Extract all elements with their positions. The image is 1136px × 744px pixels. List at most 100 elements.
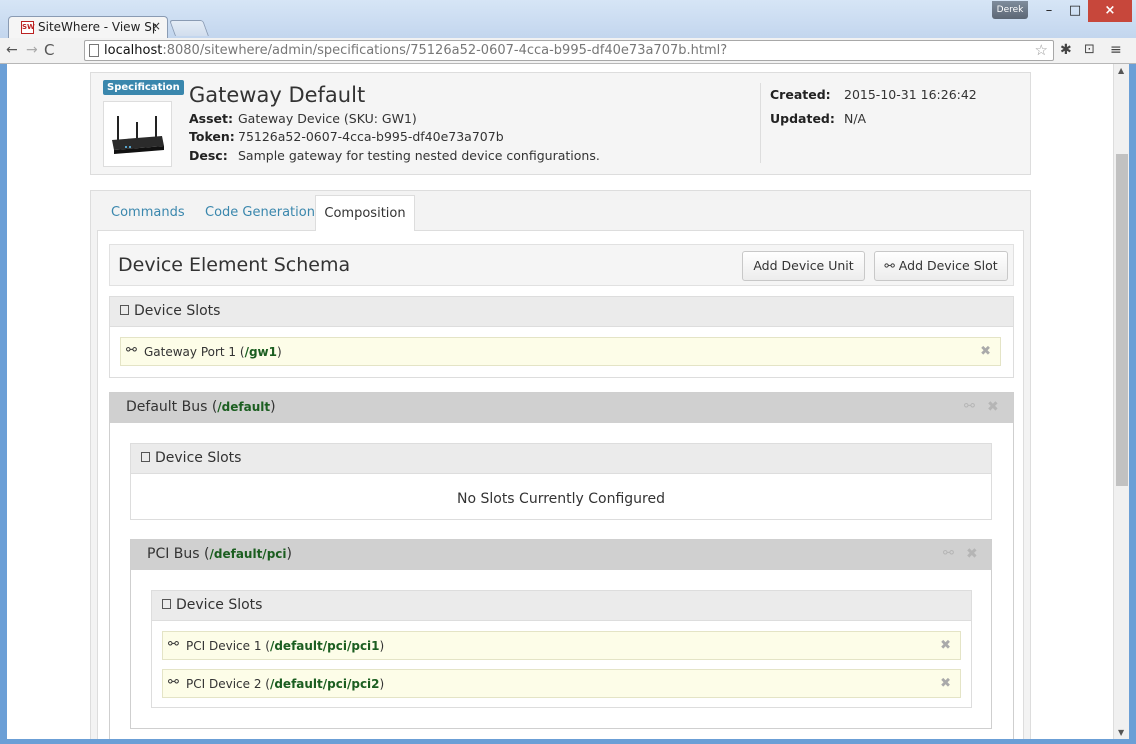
browser-tab[interactable]: SW SiteWhere - View Sp × (8, 16, 168, 38)
slot-row-gateway-port-1[interactable]: ⚯ Gateway Port 1 (/gw1) ✖ (120, 337, 1001, 366)
created-value: 2015-10-31 16:26:42 (844, 87, 977, 102)
scroll-down-icon[interactable]: ▼ (1118, 728, 1124, 737)
device-slots-title: Device Slots (162, 597, 262, 613)
scroll-up-icon[interactable]: ▲ (1118, 66, 1124, 75)
slot-close-paren: ) (276, 345, 282, 359)
tab-strip: Commands Code Generation Composition (97, 195, 1024, 232)
slots-square-icon (162, 599, 171, 609)
slots-square-icon (141, 452, 150, 462)
slot-name-text: Gateway Port 1 ( (144, 345, 245, 359)
slot-name: PCI Device 1 (/default/pci/pci1) (186, 639, 384, 653)
address-bar[interactable]: localhost:8080/sitewhere/admin/specifica… (84, 40, 1054, 61)
link-icon: ⚯ (168, 675, 179, 690)
add-device-slot-label: Add Device Slot (898, 258, 998, 273)
vertical-scrollbar[interactable]: ▲ ▼ (1113, 64, 1129, 739)
slot-name: PCI Device 2 (/default/pci/pci2) (186, 677, 384, 691)
user-profile-badge[interactable]: Derek (992, 1, 1028, 19)
specification-badge: Specification (103, 80, 184, 95)
asset-label: Asset: (189, 111, 234, 126)
page-icon (89, 44, 99, 57)
specification-header: Specification Gateway Default Asset: Gate… (90, 72, 1031, 175)
tab-close-icon[interactable]: × (151, 19, 161, 33)
remove-slot-icon[interactable]: ✖ (940, 676, 951, 691)
bus-name: Default Bus ( (126, 399, 218, 415)
cast-icon[interactable]: ⊡ (1084, 42, 1095, 58)
remove-bus-icon[interactable]: ✖ (966, 546, 978, 562)
tab-commands[interactable]: Commands (111, 195, 185, 231)
remove-bus-icon[interactable]: ✖ (987, 399, 999, 415)
close-window-button[interactable]: × (1088, 0, 1132, 22)
browser-tab-title: SiteWhere - View Sp (38, 20, 156, 34)
device-slots-header: Device Slots (152, 591, 971, 621)
scrollbar-thumb[interactable] (1116, 154, 1128, 486)
token-label: Token: (189, 129, 235, 144)
desc-value: Sample gateway for testing nested device… (238, 148, 600, 163)
description-row: Desc: Sample gateway for testing nested d… (189, 148, 600, 163)
header-divider (760, 83, 761, 163)
router-icon (112, 116, 164, 154)
reload-icon[interactable]: C (44, 42, 54, 58)
add-slot-link-icon[interactable]: ⚯ (964, 399, 975, 414)
slot-name-text: PCI Device 2 ( (186, 677, 270, 691)
pci-bus-label: PCI Bus (/default/pci) (147, 546, 292, 562)
specification-title: Gateway Default (189, 83, 366, 107)
asset-row: Asset: Gateway Device (SKU: GW1) (189, 111, 417, 126)
slot-name: Gateway Port 1 (/gw1) (144, 345, 282, 359)
browser-menu-icon[interactable]: ≡ (1110, 42, 1122, 58)
device-slots-title: Device Slots (141, 450, 241, 466)
slot-path: /default/pci/pci2 (269, 677, 380, 691)
device-slots-title: Device Slots (120, 303, 220, 319)
link-icon: ⚯ (126, 343, 137, 358)
device-slots-header: Device Slots (110, 297, 1013, 327)
url-text: localhost:8080/sitewhere/admin/specifica… (104, 41, 727, 60)
default-bus-device-slots: Device Slots No Slots Currently Configur… (130, 443, 992, 520)
updated-value: N/A (844, 111, 867, 126)
link-icon: ⚯ (168, 637, 179, 652)
created-label: Created: (770, 87, 831, 102)
slots-square-icon (120, 305, 129, 315)
pci-bus-device-slots: Device Slots ⚯ PCI Device 1 (/default/pc… (151, 590, 972, 708)
remove-slot-icon[interactable]: ✖ (980, 344, 991, 359)
bus-close-paren: ) (270, 399, 276, 415)
forward-arrow-icon[interactable]: → (26, 42, 38, 58)
maximize-window-button[interactable]: □ (1062, 0, 1088, 22)
slot-row-pci-device-1[interactable]: ⚯ PCI Device 1 (/default/pci/pci1) ✖ (162, 631, 961, 660)
desc-label: Desc: (189, 148, 228, 163)
bus-name: PCI Bus ( (147, 546, 210, 562)
updated-label: Updated: (770, 111, 835, 126)
add-device-unit-button[interactable]: Add Device Unit (742, 251, 865, 281)
asset-value: Gateway Device (SKU: GW1) (238, 111, 417, 126)
slot-name-text: PCI Device 1 ( (186, 639, 270, 653)
token-value: 75126a52-0607-4cca-b995-df40e73a707b (238, 129, 504, 144)
back-arrow-icon[interactable]: ← (6, 42, 18, 58)
bus-close-paren: ) (286, 546, 292, 562)
device-slots-label: Device Slots (176, 597, 263, 613)
token-row: Token: 75126a52-0607-4cca-b995-df40e73a70… (189, 129, 504, 144)
pci-bus-header: PCI Bus (/default/pci) ⚯ ✖ (131, 540, 991, 570)
remove-slot-icon[interactable]: ✖ (940, 638, 951, 653)
schema-title: Device Element Schema (118, 254, 351, 276)
slot-close-paren: ) (379, 677, 385, 691)
browser-toolbar: ← → C localhost:8080/sitewhere/admin/spe… (0, 38, 1136, 64)
bus-path: /default/pci (209, 547, 287, 561)
bookmark-star-icon[interactable]: ☆ (1035, 41, 1048, 60)
default-bus: Default Bus (/default) ⚯ ✖ Device Slots … (109, 392, 1014, 739)
tab-code-generation[interactable]: Code Generation (205, 195, 315, 231)
url-host: localhost (104, 43, 163, 58)
no-slots-message: No Slots Currently Configured (456, 491, 665, 507)
device-slots-header: Device Slots (131, 444, 991, 474)
add-device-slot-button[interactable]: ⚯ Add Device Slot (874, 251, 1008, 281)
tab-composition[interactable]: Composition (315, 195, 415, 232)
window-bottom-border (0, 739, 1136, 744)
page-viewport: Specification Gateway Default Asset: Gate… (7, 64, 1129, 739)
sitewhere-favicon-icon: SW (21, 21, 35, 34)
minimize-window-button[interactable]: – (1036, 0, 1062, 22)
slot-close-paren: ) (379, 639, 385, 653)
add-slot-link-icon[interactable]: ⚯ (943, 546, 954, 561)
slot-row-pci-device-2[interactable]: ⚯ PCI Device 2 (/default/pci/pci2) ✖ (162, 669, 961, 698)
gateway-device-image (103, 101, 172, 167)
device-slots-label: Device Slots (134, 303, 221, 319)
created-row: Created: 2015-10-31 16:26:42 (770, 87, 977, 102)
new-tab-button[interactable] (169, 20, 209, 36)
extension-gear-icon[interactable]: ✱ (1060, 42, 1072, 58)
